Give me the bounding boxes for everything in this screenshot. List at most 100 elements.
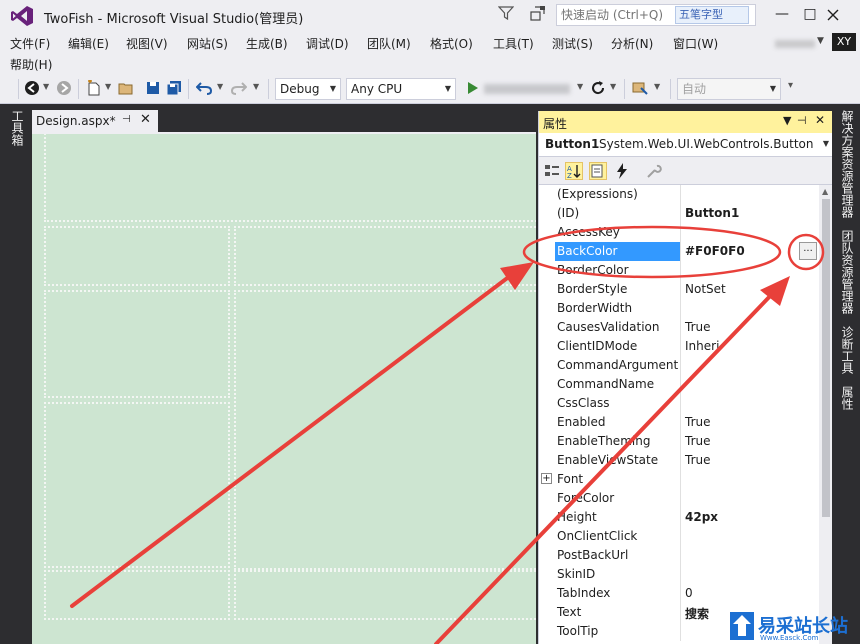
ellipsis-button[interactable]: ... — [799, 242, 817, 260]
diagnostic-tools-tab[interactable]: 诊断工具 — [839, 326, 856, 374]
team-explorer-tab[interactable]: 团队资源管理器 — [839, 230, 856, 314]
document-tab[interactable]: Design.aspx* ⊣ ✕ — [32, 110, 158, 133]
new-project-icon[interactable] — [86, 80, 102, 96]
property-row[interactable]: CssClass — [539, 394, 819, 413]
property-row[interactable]: TabIndex 0 — [539, 584, 819, 603]
account-avatar[interactable]: XY — [832, 33, 856, 51]
undo-dropdown-icon[interactable]: ▼ — [217, 82, 223, 91]
properties-view-button[interactable] — [589, 162, 607, 180]
minimize-button[interactable]: — — [770, 4, 794, 24]
browser-dropdown-icon[interactable]: ▼ — [577, 82, 583, 91]
property-row[interactable]: (Expressions) — [539, 185, 819, 204]
redo-dropdown-icon[interactable]: ▼ — [253, 82, 259, 91]
property-row[interactable]: ForeColor — [539, 489, 819, 508]
browser-link-icon[interactable] — [632, 80, 648, 96]
property-value[interactable]: NotSet — [685, 282, 726, 296]
maximize-button[interactable]: □ — [798, 4, 822, 24]
property-grid-scrollbar[interactable]: ▲ — [819, 185, 832, 644]
open-folder-icon[interactable] — [118, 80, 134, 96]
navigate-back-icon[interactable] — [24, 80, 40, 96]
events-lightning-icon[interactable] — [613, 162, 631, 180]
property-row[interactable]: Enabled True — [539, 413, 819, 432]
properties-tab[interactable]: 属性 — [839, 386, 856, 410]
property-row[interactable]: + Font — [539, 470, 819, 489]
notification-flag-icon[interactable] — [529, 5, 547, 21]
layout-cell[interactable] — [234, 290, 536, 570]
categorized-icon[interactable] — [543, 162, 561, 180]
refresh-icon[interactable] — [590, 80, 606, 96]
refresh-dropdown-icon[interactable]: ▼ — [610, 82, 616, 91]
property-value[interactable]: 42px — [685, 510, 718, 524]
property-row[interactable]: PostBackUrl — [539, 546, 819, 565]
menu-build[interactable]: 生成(B) — [246, 35, 288, 52]
layout-cell[interactable] — [44, 226, 230, 286]
close-tab-icon[interactable]: ✕ — [140, 112, 151, 127]
menu-website[interactable]: 网站(S) — [187, 35, 228, 52]
back-dropdown-icon[interactable]: ▼ — [43, 82, 49, 91]
toolbar-overflow-icon[interactable]: ▾ — [788, 80, 793, 91]
design-surface[interactable] — [32, 134, 536, 644]
solution-configuration-dropdown[interactable]: Debug ▼ — [275, 78, 341, 100]
menu-file[interactable]: 文件(F) — [10, 35, 50, 52]
navigate-forward-icon[interactable] — [56, 80, 72, 96]
quick-launch-box[interactable]: 五笔字型 — [556, 4, 756, 26]
property-row[interactable]: AccessKey — [539, 223, 819, 242]
filter-icon[interactable] — [498, 5, 514, 21]
object-selector[interactable]: Button1 System.Web.UI.WebControls.Button… — [539, 133, 832, 157]
scrollbar-thumb[interactable] — [822, 199, 830, 517]
property-row[interactable]: BorderWidth — [539, 299, 819, 318]
property-row[interactable]: ClientIDMode Inheri — [539, 337, 819, 356]
property-value[interactable]: #F0F0F0 — [685, 244, 745, 258]
menu-test[interactable]: 测试(S) — [552, 35, 593, 52]
run-target-label[interactable] — [484, 84, 570, 94]
pin-icon[interactable]: ⊣ — [122, 114, 131, 125]
zoom-dropdown[interactable]: 自动 ▼ — [677, 78, 781, 100]
close-panel-icon[interactable]: ✕ — [815, 113, 825, 127]
property-row[interactable]: SkinID — [539, 565, 819, 584]
menu-window[interactable]: 窗口(W) — [673, 35, 718, 52]
save-icon[interactable] — [145, 80, 161, 96]
toolbox-tab[interactable]: 工具箱 — [9, 110, 26, 146]
property-value[interactable]: Inheri — [685, 339, 719, 353]
property-value[interactable]: Button1 — [685, 206, 739, 220]
menu-team[interactable]: 团队(M) — [367, 35, 411, 52]
layout-cell[interactable] — [234, 570, 536, 620]
start-debugging-icon[interactable] — [464, 80, 480, 96]
quick-launch-input[interactable] — [561, 7, 671, 23]
layout-cell[interactable] — [234, 226, 536, 286]
property-row[interactable]: CommandName — [539, 375, 819, 394]
save-all-icon[interactable] — [166, 80, 182, 96]
scroll-up-icon[interactable]: ▲ — [822, 187, 828, 196]
property-row[interactable]: EnableViewState True — [539, 451, 819, 470]
layout-cell[interactable] — [44, 402, 230, 568]
property-value[interactable]: 搜索 — [685, 605, 709, 622]
new-dropdown-icon[interactable]: ▼ — [105, 82, 111, 91]
property-row[interactable]: CausesValidation True — [539, 318, 819, 337]
account-caret-icon[interactable]: ▼ — [817, 36, 824, 46]
property-value[interactable]: True — [685, 453, 711, 467]
property-row[interactable]: CommandArgument — [539, 356, 819, 375]
solution-platform-dropdown[interactable]: Any CPU ▼ — [346, 78, 456, 100]
close-window-icon[interactable] — [826, 8, 840, 22]
pin-icon[interactable]: ⊣ — [797, 114, 807, 127]
property-value[interactable]: True — [685, 320, 711, 334]
property-row[interactable]: OnClientClick — [539, 527, 819, 546]
property-value[interactable]: 0 — [685, 586, 693, 600]
property-value[interactable]: True — [685, 434, 711, 448]
menu-help[interactable]: 帮助(H) — [10, 56, 52, 73]
property-row[interactable]: BorderColor — [539, 261, 819, 280]
menu-analyze[interactable]: 分析(N) — [611, 35, 653, 52]
property-row[interactable]: BackColor #F0F0F0... — [539, 242, 819, 261]
property-row[interactable]: EnableTheming True — [539, 432, 819, 451]
menu-debug[interactable]: 调试(D) — [306, 35, 349, 52]
expand-icon[interactable]: + — [541, 473, 552, 484]
menu-tools[interactable]: 工具(T) — [493, 35, 534, 52]
layout-cell[interactable] — [44, 570, 230, 620]
property-row[interactable]: Height 42px — [539, 508, 819, 527]
browser-link-dropdown-icon[interactable]: ▼ — [654, 82, 660, 91]
property-row[interactable]: BorderStyle NotSet — [539, 280, 819, 299]
layout-cell[interactable] — [44, 134, 536, 222]
layout-cell[interactable] — [44, 290, 230, 398]
solution-explorer-tab[interactable]: 解决方案资源管理器 — [839, 110, 856, 218]
property-value[interactable]: True — [685, 415, 711, 429]
